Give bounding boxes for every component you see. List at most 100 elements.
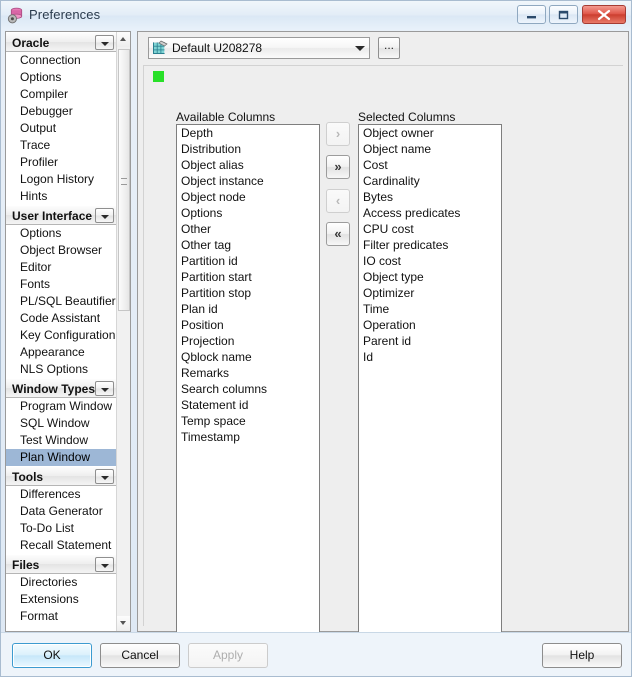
list-item[interactable]: Access predicates [359,205,501,221]
available-columns-label: Available Columns [176,110,275,124]
chevron-down-icon[interactable] [355,46,365,51]
sidebar-item-key-configuration[interactable]: Key Configuration [6,327,118,344]
list-item[interactable]: Distribution [177,141,319,157]
preferences-category-tree[interactable]: OracleConnectionOptionsCompilerDebuggerO… [5,31,131,632]
list-item[interactable]: Object owner [359,125,501,141]
sidebar-item-data-generator[interactable]: Data Generator [6,503,118,520]
apply-button[interactable]: Apply [188,643,268,668]
list-item[interactable]: Partition stop [177,285,319,301]
sidebar-item-differences[interactable]: Differences [6,486,118,503]
scroll-down-icon[interactable] [117,616,130,631]
category-group-label: Oracle [12,36,49,50]
sidebar-item-editor[interactable]: Editor [6,259,118,276]
sidebar-item-compiler[interactable]: Compiler [6,86,118,103]
list-item[interactable]: Projection [177,333,319,349]
category-group-header[interactable]: Tools [6,466,118,486]
maximize-button[interactable] [549,5,578,24]
sidebar-item-sql-window[interactable]: SQL Window [6,415,118,432]
list-item[interactable]: Search columns [177,381,319,397]
minimize-button[interactable] [517,5,546,24]
sidebar-item-extensions[interactable]: Extensions [6,591,118,608]
list-item[interactable]: Bytes [359,189,501,205]
chevron-down-icon[interactable] [95,557,114,572]
available-columns-list[interactable]: DepthDistributionObject aliasObject inst… [176,124,320,642]
move-right-one-button[interactable]: › [326,122,350,146]
sidebar-item-hints[interactable]: Hints [6,188,118,205]
list-item[interactable]: Time [359,301,501,317]
selected-columns-list[interactable]: Object ownerObject nameCostCardinalityBy… [358,124,502,642]
category-group-header[interactable]: Window Types [6,378,118,398]
sidebar-item-debugger[interactable]: Debugger [6,103,118,120]
sidebar-item-format[interactable]: Format [6,608,118,625]
list-item[interactable]: Other [177,221,319,237]
move-left-all-button[interactable]: « [326,222,350,246]
list-item[interactable]: Operation [359,317,501,333]
sidebar-item-fonts[interactable]: Fonts [6,276,118,293]
sidebar-item-options[interactable]: Options [6,69,118,86]
list-item[interactable]: Object type [359,269,501,285]
sidebar-item-plan-window[interactable]: Plan Window [6,449,118,466]
main-panel: Default U208278 ... Available Columns De… [137,31,629,632]
close-button[interactable] [582,5,626,24]
scroll-up-icon[interactable] [117,32,130,47]
list-item[interactable]: Cost [359,157,501,173]
sidebar-item-code-assistant[interactable]: Code Assistant [6,310,118,327]
list-item[interactable]: Qblock name [177,349,319,365]
chevron-down-icon[interactable] [95,208,114,223]
sidebar-item-test-window[interactable]: Test Window [6,432,118,449]
chevron-down-icon[interactable] [95,35,114,50]
sidebar-item-pl-sql-beautifier[interactable]: PL/SQL Beautifier [6,293,118,310]
category-group-header[interactable]: Oracle [6,32,118,52]
list-item[interactable]: Optimizer [359,285,501,301]
sidebar-item-output[interactable]: Output [6,120,118,137]
move-right-all-button[interactable]: » [326,155,350,179]
preferences-dialog: Preferences OracleConnectionOptionsCompi… [0,0,632,677]
list-item[interactable]: Parent id [359,333,501,349]
move-left-one-button[interactable]: ‹ [326,189,350,213]
sidebar-item-to-do-list[interactable]: To-Do List [6,520,118,537]
list-item[interactable]: Options [177,205,319,221]
list-item[interactable]: Position [177,317,319,333]
list-item[interactable]: Object name [359,141,501,157]
cancel-button[interactable]: Cancel [100,643,180,668]
sidebar-item-profiler[interactable]: Profiler [6,154,118,171]
chevron-down-icon[interactable] [95,469,114,484]
list-item[interactable]: CPU cost [359,221,501,237]
list-item[interactable]: Cardinality [359,173,501,189]
ok-button[interactable]: OK [12,643,92,668]
list-item[interactable]: Timestamp [177,429,319,445]
sidebar-item-options[interactable]: Options [6,225,118,242]
list-item[interactable]: IO cost [359,253,501,269]
category-group-header[interactable]: Files [6,554,118,574]
list-item[interactable]: Object alias [177,157,319,173]
list-item[interactable]: Statement id [177,397,319,413]
list-item[interactable]: Id [359,349,501,365]
sidebar-item-logon-history[interactable]: Logon History [6,171,118,188]
list-item[interactable]: Other tag [177,237,319,253]
help-button[interactable]: Help [542,643,622,668]
list-item[interactable]: Depth [177,125,319,141]
list-item[interactable]: Object instance [177,173,319,189]
list-item[interactable]: Temp space [177,413,319,429]
list-item[interactable]: Plan id [177,301,319,317]
scrollbar-thumb[interactable] [118,49,130,311]
list-item[interactable]: Filter predicates [359,237,501,253]
sidebar-item-trace[interactable]: Trace [6,137,118,154]
sidebar-item-directories[interactable]: Directories [6,574,118,591]
manage-preference-sets-button[interactable]: ... [378,37,400,59]
preference-set-combobox[interactable]: Default U208278 [148,37,370,59]
list-item[interactable]: Remarks [177,365,319,381]
sidebar-scrollbar[interactable] [116,32,130,631]
list-item[interactable]: Object node [177,189,319,205]
list-item[interactable]: Partition start [177,269,319,285]
sidebar-item-appearance[interactable]: Appearance [6,344,118,361]
sidebar-item-program-window[interactable]: Program Window [6,398,118,415]
sidebar-item-nls-options[interactable]: NLS Options [6,361,118,378]
sidebar-item-object-browser[interactable]: Object Browser [6,242,118,259]
dialog-footer: OK Cancel Apply Help [1,632,632,676]
sidebar-item-recall-statement[interactable]: Recall Statement [6,537,118,554]
chevron-down-icon[interactable] [95,381,114,396]
sidebar-item-connection[interactable]: Connection [6,52,118,69]
category-group-header[interactable]: User Interface [6,205,118,225]
list-item[interactable]: Partition id [177,253,319,269]
